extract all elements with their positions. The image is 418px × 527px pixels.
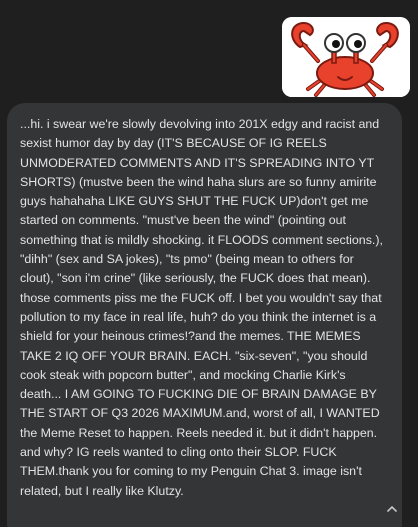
attached-image[interactable] bbox=[282, 17, 410, 97]
message-text: ...hi. i swear we're slowly devolving in… bbox=[20, 117, 383, 498]
chevron-up-icon bbox=[387, 506, 397, 512]
scroll-up-button[interactable] bbox=[381, 498, 403, 520]
crab-sticker-image bbox=[282, 17, 410, 97]
chat-view: ...hi. i swear we're slowly devolving in… bbox=[0, 0, 418, 527]
user-message-bubble: ...hi. i swear we're slowly devolving in… bbox=[7, 103, 402, 527]
